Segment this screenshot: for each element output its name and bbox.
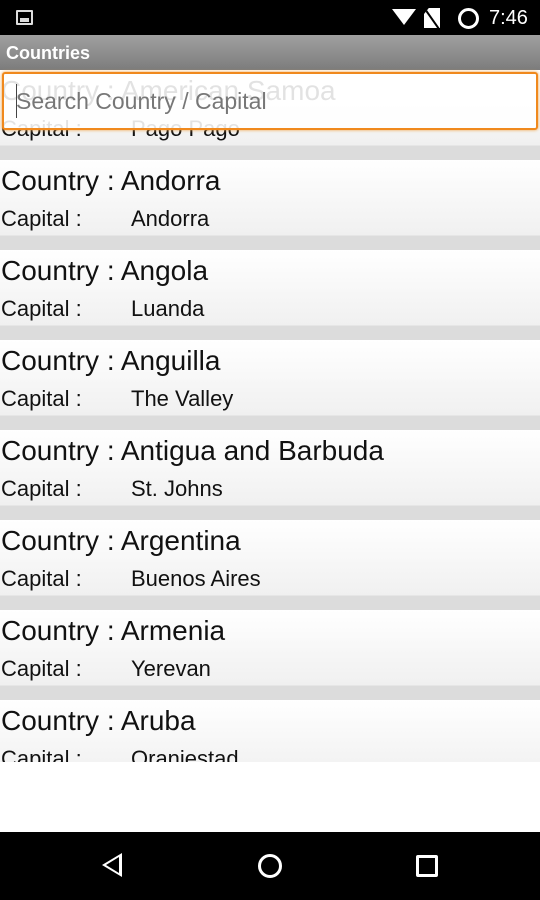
country-list[interactable]: Country : American Samoa Capital : Pago … — [0, 70, 540, 762]
country-label: Country : — [1, 435, 121, 466]
recents-icon[interactable] — [416, 855, 438, 877]
country-value: Armenia — [120, 615, 226, 646]
list-item[interactable]: Country : Argentina Capital : Buenos Air… — [0, 520, 540, 610]
country-label: Country : — [1, 615, 121, 646]
country-value: Antigua and Barbuda — [120, 435, 384, 466]
list-item[interactable]: Country : Aruba Capital : Oranjestad — [0, 700, 540, 762]
country-value: Andorra — [120, 165, 221, 196]
country-label: Country : — [1, 525, 121, 556]
country-value: Anguilla — [120, 345, 221, 376]
country-name: Country : Aruba — [1, 705, 196, 737]
country-name: Country : Armenia — [1, 615, 225, 647]
app-title: Countries — [0, 35, 540, 70]
sync-circle-icon — [458, 8, 479, 29]
capital-value: The Valley — [131, 386, 234, 411]
country-name: Country : Angola — [1, 255, 208, 287]
capital-label: Capital : — [1, 476, 82, 501]
capital-label: Capital : — [1, 386, 82, 411]
list-item[interactable]: Country : Andorra Capital : Andorra — [0, 160, 540, 250]
country-label: Country : — [1, 255, 121, 286]
back-icon[interactable] — [102, 853, 122, 877]
image-icon — [16, 10, 33, 25]
country-value: Aruba — [120, 705, 196, 736]
country-label: Country : — [1, 345, 121, 376]
capital-value: Oranjestad — [131, 746, 239, 762]
no-sim-icon — [424, 8, 440, 28]
status-bar: 7:46 — [0, 0, 540, 35]
capital-value: Andorra — [131, 206, 210, 231]
home-icon[interactable] — [258, 854, 282, 878]
country-name: Country : Antigua and Barbuda — [1, 435, 384, 467]
country-name: Country : Andorra — [1, 165, 220, 197]
capital-label: Capital : — [1, 566, 82, 591]
wifi-icon — [392, 9, 416, 25]
country-label: Country : — [1, 705, 121, 736]
capital-value: Yerevan — [131, 656, 211, 681]
capital-label: Capital : — [1, 296, 82, 321]
search-input[interactable] — [4, 74, 536, 128]
capital-value: Buenos Aires — [131, 566, 261, 591]
list-item[interactable]: Country : Angola Capital : Luanda — [0, 250, 540, 340]
country-name: Country : Argentina — [1, 525, 241, 557]
clock: 7:46 — [489, 7, 528, 29]
list-item[interactable]: Country : Anguilla Capital : The Valley — [0, 340, 540, 430]
capital-value: St. Johns — [131, 476, 223, 501]
text-cursor — [16, 84, 17, 118]
country-label: Country : — [1, 165, 121, 196]
search-box[interactable] — [2, 72, 538, 130]
capital-value: Luanda — [131, 296, 205, 321]
capital-label: Capital : — [1, 206, 82, 231]
navigation-bar — [0, 832, 540, 900]
country-value: Argentina — [120, 525, 241, 556]
capital-label: Capital : — [1, 656, 82, 681]
capital-label: Capital : — [1, 746, 82, 762]
list-item[interactable]: Country : Armenia Capital : Yerevan — [0, 610, 540, 700]
country-name: Country : Anguilla — [1, 345, 220, 377]
country-value: Angola — [120, 255, 209, 286]
list-item[interactable]: Country : Antigua and Barbuda Capital : … — [0, 430, 540, 520]
